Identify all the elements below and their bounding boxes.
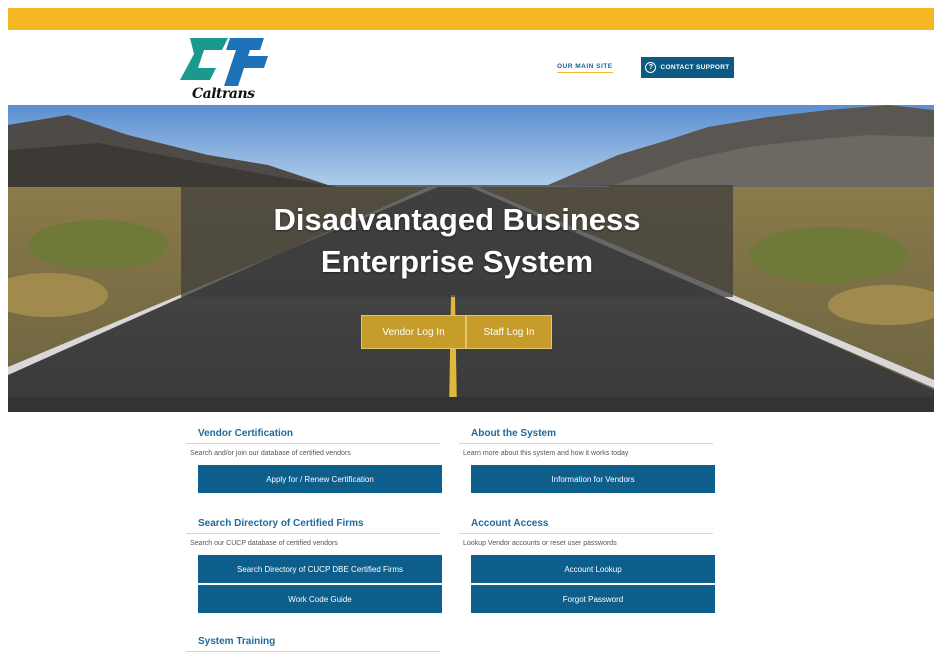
account-lookup-button[interactable]: Account Lookup [471, 555, 715, 583]
hero-banner: Disadvantaged Business Enterprise System… [8, 105, 934, 412]
hero-title-panel: Disadvantaged Business Enterprise System [181, 185, 733, 297]
contact-support-label: CONTACT SUPPORT [660, 64, 730, 71]
section-title: System Training [186, 636, 440, 652]
contact-support-button[interactable]: ? CONTACT SUPPORT [641, 57, 734, 78]
section-title: Vendor Certification [186, 428, 440, 444]
staff-login-button[interactable]: Staff Log In [466, 315, 552, 349]
site-header: Caltrans OUR MAIN SITE ? CONTACT SUPPORT [8, 30, 934, 105]
help-circle-icon: ? [645, 62, 657, 73]
section-title: Search Directory of Certified Firms [186, 518, 440, 534]
hero-title-line1: Disadvantaged Business [273, 202, 641, 238]
vendor-login-button[interactable]: Vendor Log In [361, 315, 466, 349]
top-accent-bar [8, 8, 934, 30]
hero-title-line2: Enterprise System [320, 244, 594, 279]
information-for-vendors-button[interactable]: Information for Vendors [471, 465, 715, 493]
caltrans-logo[interactable]: Caltrans [180, 34, 270, 104]
account-access-section: Account Access Lookup Vendor accounts or… [459, 518, 715, 613]
section-title: Account Access [459, 518, 713, 534]
section-title: About the System [459, 428, 713, 444]
apply-renew-certification-button[interactable]: Apply for / Renew Certification [198, 465, 442, 493]
section-description: Search our CUCP database of certified ve… [190, 540, 338, 547]
ct-logo-icon [180, 38, 268, 86]
main-site-link[interactable]: OUR MAIN SITE [557, 63, 613, 73]
section-description: Search and/or join our database of certi… [190, 450, 351, 457]
work-code-guide-button[interactable]: Work Code Guide [198, 585, 442, 613]
forgot-password-button[interactable]: Forgot Password [471, 585, 715, 613]
section-description: Lookup Vendor accounts or reset user pas… [463, 540, 617, 547]
directory-section: Search Directory of Certified Firms Sear… [186, 518, 442, 613]
section-description: Learn more about this system and how it … [463, 450, 629, 457]
about-system-section: About the System Learn more about this s… [459, 428, 715, 493]
vendor-certification-section: Vendor Certification Search and/or join … [186, 428, 442, 493]
logo-wordmark: Caltrans [192, 86, 255, 102]
search-directory-button[interactable]: Search Directory of CUCP DBE Certified F… [198, 555, 442, 583]
system-training-section: System Training [186, 636, 440, 652]
